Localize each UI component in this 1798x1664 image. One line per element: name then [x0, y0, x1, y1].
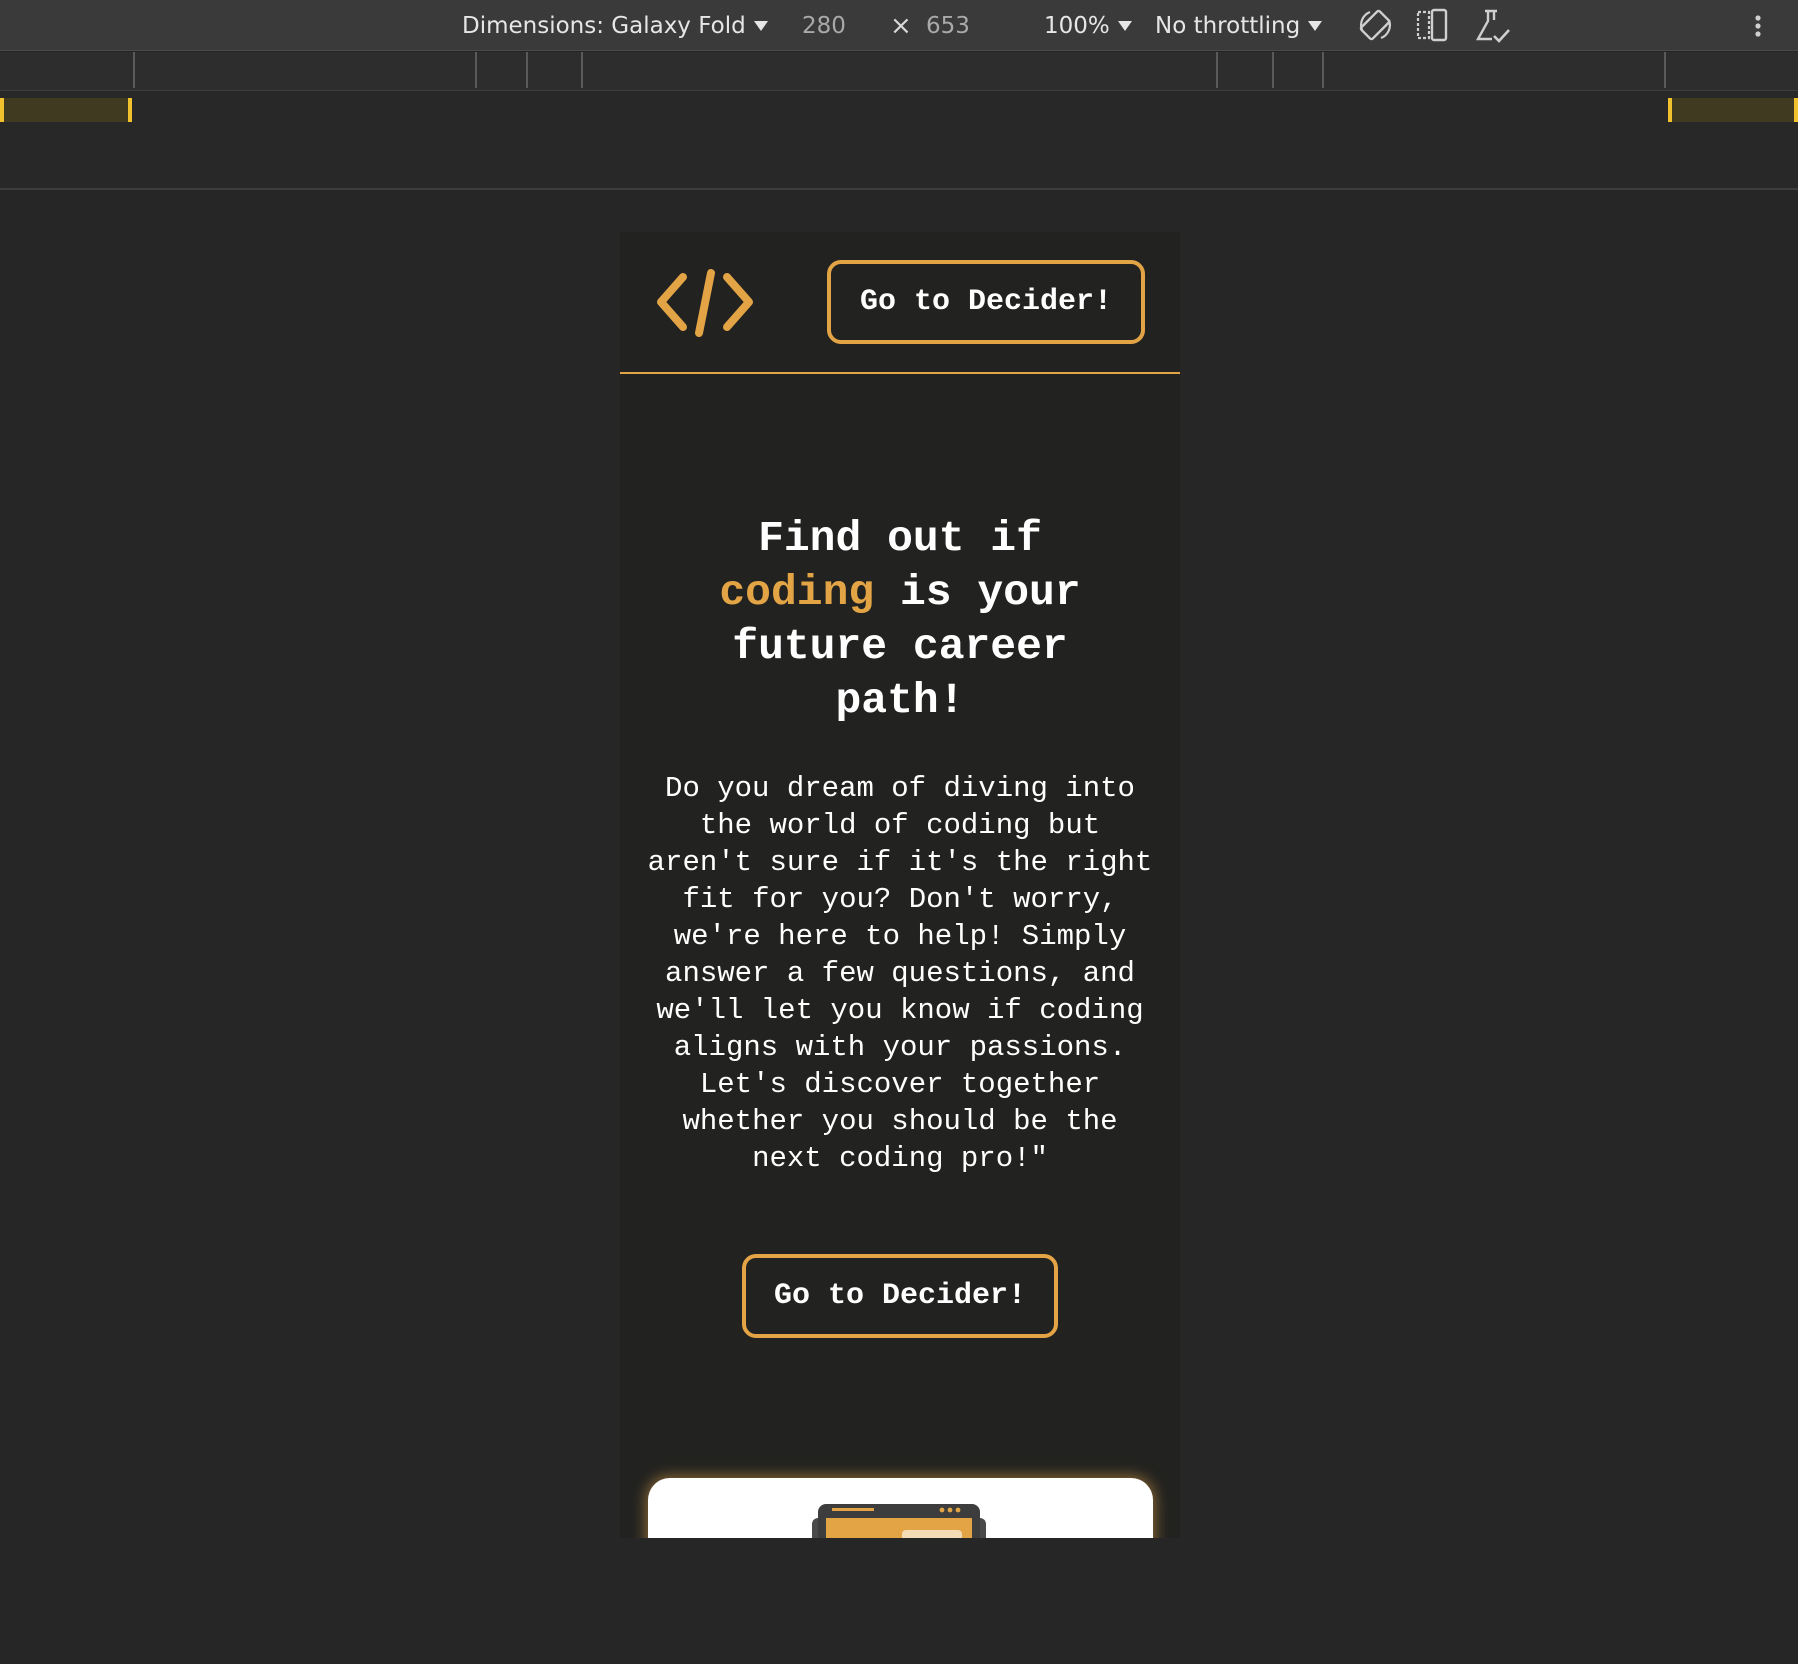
media-query-tick[interactable]: [1664, 52, 1666, 88]
device-dimensions-dropdown[interactable]: Dimensions: Galaxy Fold: [462, 0, 768, 51]
ruler-marker: [0, 98, 4, 122]
rotate-icon[interactable]: [1356, 0, 1396, 51]
throttling-label: No throttling: [1155, 12, 1301, 39]
media-query-tick[interactable]: [1322, 52, 1324, 88]
media-query-tick[interactable]: [1272, 52, 1274, 88]
sensors-flask-icon[interactable]: [1472, 0, 1512, 51]
media-query-tick[interactable]: [581, 52, 583, 88]
device-dimensions-label: Dimensions: Galaxy Fold: [462, 12, 746, 39]
media-query-bar: [0, 52, 1798, 91]
site-header: Go to Decider!: [620, 232, 1180, 374]
browser-window-illustration: [810, 1504, 988, 1538]
hero-decider-button[interactable]: Go to Decider!: [742, 1254, 1058, 1338]
ruler-segment-left: [0, 98, 132, 122]
hero-title-line1: Find out if: [758, 514, 1042, 563]
throttling-dropdown[interactable]: No throttling: [1155, 0, 1323, 51]
ruler-segment-right: [1668, 98, 1798, 122]
device-ruler: [0, 92, 1798, 190]
illustration-card: [648, 1478, 1153, 1538]
header-decider-button[interactable]: Go to Decider!: [827, 260, 1145, 344]
chevron-down-icon: [1308, 20, 1323, 31]
zoom-dropdown[interactable]: 100%: [1044, 0, 1132, 51]
width-input[interactable]: 280: [802, 0, 846, 51]
height-input[interactable]: 653: [926, 0, 970, 51]
device-viewport: Go to Decider! Find out if coding is your…: [620, 232, 1180, 1538]
more-options-icon[interactable]: [1748, 0, 1768, 51]
zoom-label: 100%: [1044, 12, 1110, 39]
hero-title-accent: coding: [719, 568, 875, 617]
media-query-tick[interactable]: [526, 52, 528, 88]
code-logo-icon[interactable]: [655, 267, 755, 337]
times-symbol: ×: [890, 10, 912, 41]
ruler-marker: [1668, 98, 1672, 122]
hero-title: Find out if coding is your future career …: [660, 512, 1140, 728]
chevron-down-icon: [753, 20, 768, 31]
media-query-tick[interactable]: [1216, 52, 1218, 88]
dual-screen-icon[interactable]: [1414, 0, 1452, 51]
chevron-down-icon: [1117, 20, 1132, 31]
media-query-tick[interactable]: [133, 52, 135, 88]
hero-description: Do you dream of diving into the world of…: [647, 772, 1153, 1175]
dimension-separator: ×: [890, 0, 912, 51]
ruler-marker: [1794, 98, 1798, 122]
height-value: 653: [926, 12, 970, 39]
devtools-device-toolbar: Dimensions: Galaxy Fold 280 × 653 100% N…: [0, 0, 1798, 51]
ruler-marker: [128, 98, 132, 122]
width-value: 280: [802, 12, 846, 39]
media-query-tick[interactable]: [475, 52, 477, 88]
